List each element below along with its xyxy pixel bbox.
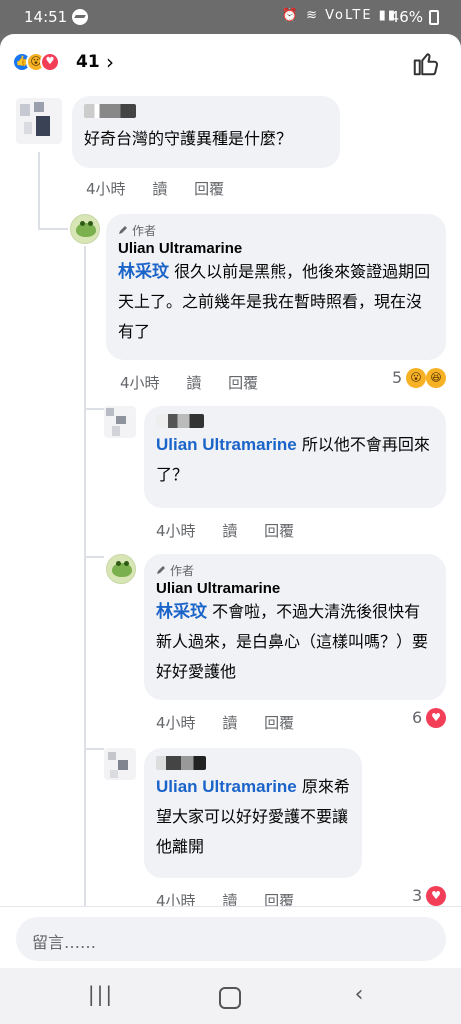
avatar[interactable] [70,214,100,244]
status-time: 14:51 [24,8,68,26]
thread-line [84,556,104,558]
comment-input[interactable]: 留言…… [16,917,446,961]
comment-actions: 4小時 讀 回覆 [86,178,246,199]
comments-sheet: 👍 😮 ♥ 41 › 好奇台灣的守護異種是什麼？ 4小時 讀 回覆 作者 Uli… [0,34,461,968]
comment-text: 林采玟 很久以前是黑熊，他後來簽證過期回天上了。之前幾年是我在暫時照看，現在沒有… [118,262,431,341]
status-bar: 14:51 ⏰ ≋ VoLTE ▮▮ 46% [0,0,461,34]
home-button[interactable] [214,982,244,1012]
chevron-right-icon: › [106,50,114,74]
love-icon: ♥ [40,52,60,72]
status-icons: ⏰ ≋ VoLTE ▮▮ [281,8,397,23]
read-link[interactable]: 讀 [152,180,167,198]
messenger-icon [72,9,88,25]
thread-line [38,152,40,230]
battery-icon [429,10,439,25]
commenter-name[interactable]: Ulian Ultramarine [156,580,434,597]
comment-text: 好奇台灣的守護異種是什麼？ [84,129,293,148]
read-link[interactable]: 讀 [222,714,237,732]
system-nav-bar: ||| ‹ [0,968,461,1024]
comment-bubble: Ulian Ultramarine 原來希望大家可以好好愛護不要讓他離開 [144,748,362,878]
comment-bubble: 作者 Ulian Ultramarine 林采玟 很久以前是黑熊，他後來簽證過期… [106,214,446,360]
commenter-name-blurred[interactable] [84,104,136,118]
back-button[interactable]: ‹ [344,982,374,1012]
thread-line [84,748,104,750]
comment-time: 4小時 [86,180,126,198]
comment-bubble: Ulian Ultramarine 所以他不會再回來了？ [144,406,446,508]
comment-text: Ulian Ultramarine 原來希望大家可以好好愛護不要讓他離開 [156,777,350,856]
read-link[interactable]: 讀 [222,522,237,540]
commenter-name[interactable]: Ulian Ultramarine [118,240,434,257]
comment-bubble: 好奇台灣的守護異種是什麼？ [72,96,340,168]
comment-composer: 留言…… [0,906,461,968]
commenter-name-blurred[interactable] [156,414,204,428]
mention-tag[interactable]: Ulian Ultramarine [156,777,297,796]
love-icon: ♥ [426,886,446,906]
comment-actions: 4小時 讀 回覆 [156,712,316,733]
comment-time: 4小時 [120,374,160,392]
recents-button[interactable]: ||| [86,982,116,1012]
comment-actions: 4小時 讀 回覆 [156,520,316,541]
mention-tag[interactable]: Ulian Ultramarine [156,435,297,454]
mention-tag[interactable]: 林采玟 [118,262,169,281]
read-link[interactable]: 讀 [186,374,201,392]
avatar[interactable] [16,98,62,144]
like-button[interactable] [411,48,441,78]
mention-tag[interactable]: 林采玟 [156,602,207,621]
love-icon: ♥ [426,708,446,728]
thread-line [84,408,104,410]
battery-level: 46% [389,8,423,26]
thread-line [38,228,68,230]
comment-text: 林采玟 不會啦，不過大清洗後很快有新人過來，是白鼻心（這樣叫嗎？）要好好愛護他 [156,602,429,681]
wow-icon: 😮 [406,368,426,388]
comment-reaction-count[interactable]: 6 [412,708,422,727]
avatar[interactable] [106,554,136,584]
commenter-name-blurred[interactable] [156,756,206,770]
thread-line [84,246,86,906]
avatar[interactable] [104,406,136,438]
reply-link[interactable]: 回覆 [264,522,294,540]
haha-icon: 😆 [426,368,446,388]
comment-actions: 4小時 讀 回覆 [120,372,280,393]
comment-reaction-count[interactable]: 3 [412,886,422,905]
comment-time: 4小時 [156,522,196,540]
pencil-icon [119,226,127,234]
comment-bubble: 作者 Ulian Ultramarine 林采玟 不會啦，不過大清洗後很快有新人… [144,554,446,700]
reaction-count: 41 [76,52,100,72]
comment-reaction-count[interactable]: 5 [392,368,402,387]
comment-text: Ulian Ultramarine 所以他不會再回來了？ [156,435,430,484]
pencil-icon [157,566,165,574]
reply-link[interactable]: 回覆 [194,180,224,198]
author-badge: 作者 [156,562,434,578]
author-badge: 作者 [118,222,434,238]
reply-link[interactable]: 回覆 [228,374,258,392]
reply-link[interactable]: 回覆 [264,714,294,732]
comment-time: 4小時 [156,714,196,732]
avatar[interactable] [104,748,136,780]
